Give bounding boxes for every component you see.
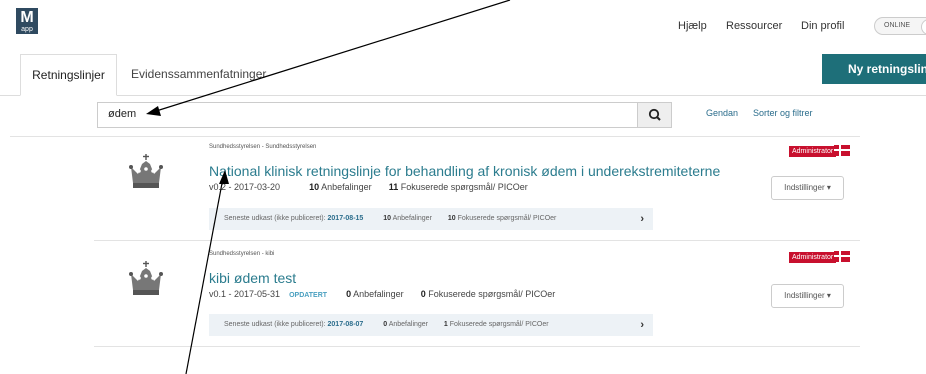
annotation-arrows — [146, 0, 511, 374]
